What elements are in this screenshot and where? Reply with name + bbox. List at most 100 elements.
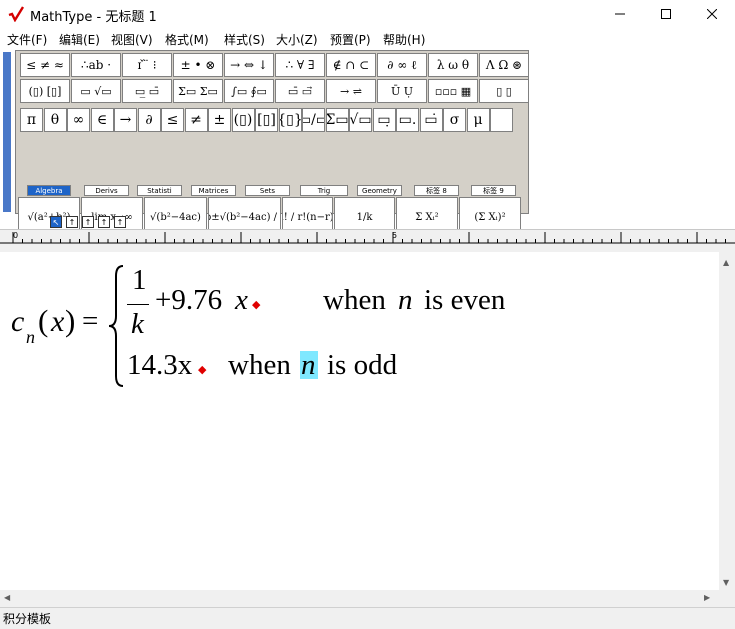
- symbol-button-19[interactable]: μ: [466, 108, 490, 132]
- nudge-button-1[interactable]: ↑: [66, 216, 78, 228]
- palette-button-row1-5[interactable]: ∴ ∀ ∃: [275, 53, 325, 77]
- case1-when: when: [323, 284, 386, 316]
- maximize-button[interactable]: [643, 0, 689, 28]
- lhs-subscript-n: n: [26, 327, 35, 347]
- symbol-palette: ≤ ≠ ≈ ∴ab · ɪ ̌ ̈ ⁝ ± • ⊗ → ⇔ ↓ ∴ ∀ ∃ ∉ ∩ ⊂ ∂ ∞…: [15, 50, 529, 261]
- ruler-ticks: [0, 232, 735, 244]
- lhs-paren-close: ): [65, 303, 76, 338]
- palette-button-row2-3[interactable]: Σ▭ Σ▭: [173, 79, 223, 103]
- scroll-left-icon[interactable]: ◀: [4, 593, 10, 602]
- symbol-button-16[interactable]: ▭.: [396, 108, 419, 132]
- symbol-button-7[interactable]: ≠: [184, 108, 208, 132]
- symbol-button-9[interactable]: (▯): [231, 108, 255, 132]
- ruler-mark-5: 5: [392, 231, 398, 240]
- symbol-button-6[interactable]: ≤: [161, 108, 184, 132]
- minimize-button[interactable]: [597, 0, 643, 28]
- symbol-button-10[interactable]: [▯]: [255, 108, 278, 132]
- maximize-icon: [661, 9, 671, 19]
- palette-button-row1-8[interactable]: λ ω θ: [428, 53, 478, 77]
- menu-style[interactable]: 样式(S): [224, 31, 265, 48]
- symbol-button-5[interactable]: ∂: [137, 108, 161, 132]
- palette-button-row2-0[interactable]: (▯) [▯]: [20, 79, 70, 103]
- palette-button-row2-1[interactable]: ▭ √▭: [71, 79, 121, 103]
- symbol-button-11[interactable]: {▯}: [278, 108, 302, 132]
- case2-condition: is odd: [327, 349, 398, 381]
- palette-button-row2-4[interactable]: ∫▭ ∮▭: [224, 79, 274, 103]
- case1-denominator: k: [131, 308, 144, 340]
- horizontal-scrollbar[interactable]: ◀ ▶: [0, 590, 735, 607]
- case2-when: when: [228, 349, 291, 381]
- editing-area[interactable]: c n ( x ) = 1 k +9.76 x ◆ when n is even…: [0, 252, 720, 590]
- nudge-button-0[interactable]: ↖: [50, 216, 62, 228]
- tab-derivs[interactable]: Derivs: [84, 185, 129, 196]
- toolbar-grip[interactable]: [3, 52, 11, 212]
- insertion-marker-icon: ◆: [198, 363, 207, 376]
- scroll-up-icon[interactable]: ▲: [723, 258, 729, 267]
- symbol-button-15[interactable]: ▭̣: [372, 108, 396, 132]
- palette-button-row1-7[interactable]: ∂ ∞ ℓ: [377, 53, 427, 77]
- nudge-button-3[interactable]: ↑: [98, 216, 110, 228]
- tab-标签-8[interactable]: 标签 8: [414, 185, 459, 196]
- symbol-button-12[interactable]: ▭/▭: [302, 108, 325, 132]
- menu-view[interactable]: 视图(V): [111, 31, 153, 48]
- symbol-button-0[interactable]: π: [20, 108, 43, 132]
- status-bar: [0, 607, 735, 629]
- tab-geometry[interactable]: Geometry: [357, 185, 402, 196]
- left-brace: [108, 265, 124, 387]
- status-text: 积分模板: [3, 612, 52, 626]
- palette-button-row2-6[interactable]: → ⇌: [326, 79, 376, 103]
- menu-edit[interactable]: 编辑(E): [59, 31, 100, 48]
- ruler-mark-0: 0: [13, 231, 19, 240]
- nudge-button-4[interactable]: ↑: [114, 216, 126, 228]
- menu-file[interactable]: 文件(F): [7, 31, 47, 48]
- close-icon: [707, 9, 717, 19]
- lhs-x: x: [51, 305, 65, 338]
- tab-statisti[interactable]: Statisti: [137, 185, 182, 196]
- tab-标签-9[interactable]: 标签 9: [471, 185, 516, 196]
- lhs-c: c: [11, 305, 25, 338]
- equals-sign: =: [82, 305, 99, 337]
- case1-condition: is even: [424, 284, 506, 316]
- palette-button-row2-9[interactable]: ▯ ▯: [479, 79, 529, 103]
- lhs-paren-open: (: [38, 303, 49, 338]
- menu-size[interactable]: 大小(Z): [276, 31, 318, 48]
- palette-button-row2-7[interactable]: Ū Ụ: [377, 79, 427, 103]
- symbol-button-3[interactable]: ∈: [90, 108, 114, 132]
- palette-button-row2-5[interactable]: ▭̄ ▭⃗: [275, 79, 325, 103]
- symbol-button-17[interactable]: ▭̇: [419, 108, 443, 132]
- scroll-right-icon[interactable]: ▶: [704, 593, 710, 602]
- symbol-button-2[interactable]: ∞: [67, 108, 90, 132]
- palette-button-row1-3[interactable]: ± • ⊗: [173, 53, 223, 77]
- close-button[interactable]: [689, 0, 735, 28]
- palette-button-row1-9[interactable]: Λ Ω ⊛: [479, 53, 529, 77]
- palette-button-row1-6[interactable]: ∉ ∩ ⊂: [326, 53, 376, 77]
- menu-preferences[interactable]: 预置(P): [330, 31, 371, 48]
- symbol-button-13[interactable]: Σ▭: [325, 108, 349, 132]
- palette-button-row1-0[interactable]: ≤ ≠ ≈: [20, 53, 70, 77]
- ruler[interactable]: 0 5: [0, 229, 735, 252]
- vertical-scrollbar[interactable]: ▲ ▼: [719, 252, 735, 590]
- scroll-down-icon[interactable]: ▼: [723, 578, 729, 587]
- tab-sets[interactable]: Sets: [245, 185, 290, 196]
- palette-button-row1-2[interactable]: ɪ ̌ ̈ ⁝: [122, 53, 172, 77]
- symbol-button-14[interactable]: √▭: [349, 108, 372, 132]
- minimize-icon: [615, 13, 625, 15]
- symbol-button-8[interactable]: ±: [208, 108, 231, 132]
- palette-button-row1-4[interactable]: → ⇔ ↓: [224, 53, 274, 77]
- symbol-button-1[interactable]: θ: [43, 108, 67, 132]
- symbol-button-20[interactable]: [490, 108, 513, 132]
- mathtype-logo-icon: [8, 6, 25, 22]
- case2-expression: 14.3x: [127, 349, 193, 381]
- symbol-button-4[interactable]: →: [114, 108, 137, 132]
- menu-format[interactable]: 格式(M): [165, 31, 209, 48]
- tab-matrices[interactable]: Matrices: [191, 185, 236, 196]
- palette-button-row2-8[interactable]: ▫▫▫ ▦: [428, 79, 478, 103]
- tab-trig[interactable]: Trig: [300, 185, 348, 196]
- nudge-button-2[interactable]: ↑: [82, 216, 94, 228]
- symbol-button-18[interactable]: σ: [443, 108, 466, 132]
- menu-help[interactable]: 帮助(H): [383, 31, 425, 48]
- palette-button-row2-2[interactable]: ▭̲ ▭̄: [122, 79, 172, 103]
- tab-algebra[interactable]: Algebra: [27, 185, 71, 196]
- palette-button-row1-1[interactable]: ∴ab ·: [71, 53, 121, 77]
- window-title: MathType - 无标题 1: [30, 10, 157, 25]
